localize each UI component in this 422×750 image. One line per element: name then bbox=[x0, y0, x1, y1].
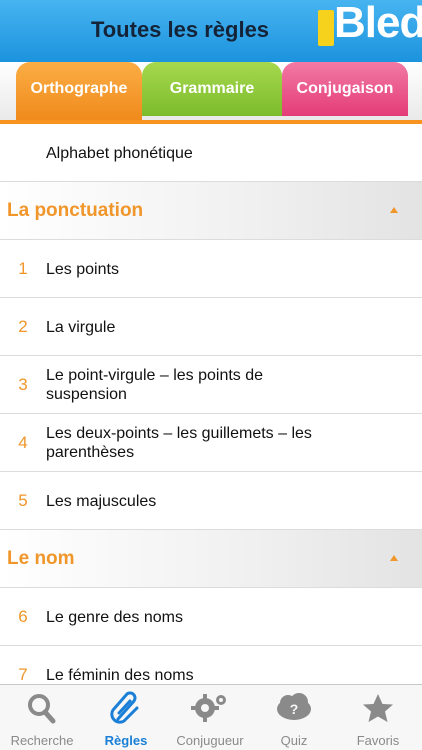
bottom-tab-bar: Recherche Règles Conjugueur ? Quiz Favor… bbox=[0, 684, 422, 750]
tabbar-item-conjugueur[interactable]: Conjugueur bbox=[168, 685, 252, 750]
rule-number: 1 bbox=[18, 259, 28, 278]
list-item[interactable]: 7 Le féminin des noms bbox=[0, 646, 422, 684]
section-header-ponctuation[interactable]: La ponctuation bbox=[0, 182, 422, 240]
list-item-label: Alphabet phonétique bbox=[46, 144, 193, 162]
list-item[interactable]: 5 Les majuscules bbox=[0, 472, 422, 530]
paperclip-icon bbox=[110, 691, 139, 724]
quiz-cloud-icon: ? bbox=[277, 693, 311, 720]
section-title: Le nom bbox=[7, 548, 75, 569]
tabbar-label: Favoris bbox=[356, 733, 400, 748]
tabbar-label: Règles bbox=[104, 733, 148, 748]
collapse-caret-icon[interactable] bbox=[390, 207, 398, 213]
rule-number: 3 bbox=[18, 375, 28, 394]
bled-logo: Bled bbox=[314, 0, 422, 50]
tabbar-item-favoris[interactable]: Favoris bbox=[336, 685, 420, 750]
list-item[interactable]: 3 Le point-virgule – les points de suspe… bbox=[0, 356, 422, 414]
list-item-label: Le genre des noms bbox=[46, 608, 183, 626]
rule-number: 5 bbox=[18, 491, 28, 510]
logo-text: Bled bbox=[334, 0, 422, 47]
rules-list[interactable]: Alphabet phonétique La ponctuation 1 Les… bbox=[0, 124, 422, 684]
tabbar-label: Conjugueur bbox=[176, 733, 244, 748]
rule-number: 7 bbox=[18, 665, 28, 684]
list-item-label: Les majuscules bbox=[46, 492, 157, 510]
list-item[interactable]: 2 La virgule bbox=[0, 298, 422, 356]
list-item-label: La virgule bbox=[46, 318, 116, 336]
tabbar-label: Recherche bbox=[10, 733, 74, 748]
svg-text:?: ? bbox=[290, 701, 299, 717]
page-title: Toutes les règles bbox=[90, 17, 270, 42]
list-item-label: Le point-virgule – les points de suspens… bbox=[46, 367, 264, 403]
rule-number: 2 bbox=[18, 317, 28, 336]
list-item[interactable]: 1 Les points bbox=[0, 240, 422, 298]
rule-number: 4 bbox=[18, 433, 28, 452]
tabbar-item-recherche[interactable]: Recherche bbox=[0, 685, 84, 750]
top-header: Toutes les règles Bled bbox=[0, 0, 422, 62]
list-item-label: Le féminin des noms bbox=[46, 666, 194, 684]
search-icon bbox=[28, 694, 56, 724]
section-title: La ponctuation bbox=[7, 200, 144, 221]
gears-icon bbox=[191, 694, 226, 722]
tab-grammaire[interactable]: Grammaire bbox=[142, 62, 282, 116]
rule-number: 6 bbox=[18, 607, 28, 626]
tabbar-label: Quiz bbox=[280, 733, 308, 748]
list-item[interactable]: 4 Les deux-points – les guillemets – les… bbox=[0, 414, 422, 472]
logo-le-badge bbox=[318, 10, 334, 46]
tab-conjugaison[interactable]: Conjugaison bbox=[282, 62, 408, 116]
category-tabs: Orthographe Grammaire Conjugaison bbox=[0, 62, 422, 124]
list-item[interactable]: 6 Le genre des noms bbox=[0, 588, 422, 646]
list-item[interactable]: Alphabet phonétique bbox=[0, 124, 422, 182]
collapse-caret-icon[interactable] bbox=[390, 555, 398, 561]
tabbar-item-quiz[interactable]: ? Quiz bbox=[252, 685, 336, 750]
star-icon bbox=[363, 694, 393, 722]
list-item-label: Les points bbox=[46, 260, 119, 278]
section-header-nom[interactable]: Le nom bbox=[0, 530, 422, 588]
list-item-label: Les deux-points – les guillemets – les p… bbox=[46, 425, 312, 461]
tab-orthographe[interactable]: Orthographe bbox=[16, 62, 142, 120]
tabbar-item-regles[interactable]: Règles bbox=[84, 685, 168, 750]
